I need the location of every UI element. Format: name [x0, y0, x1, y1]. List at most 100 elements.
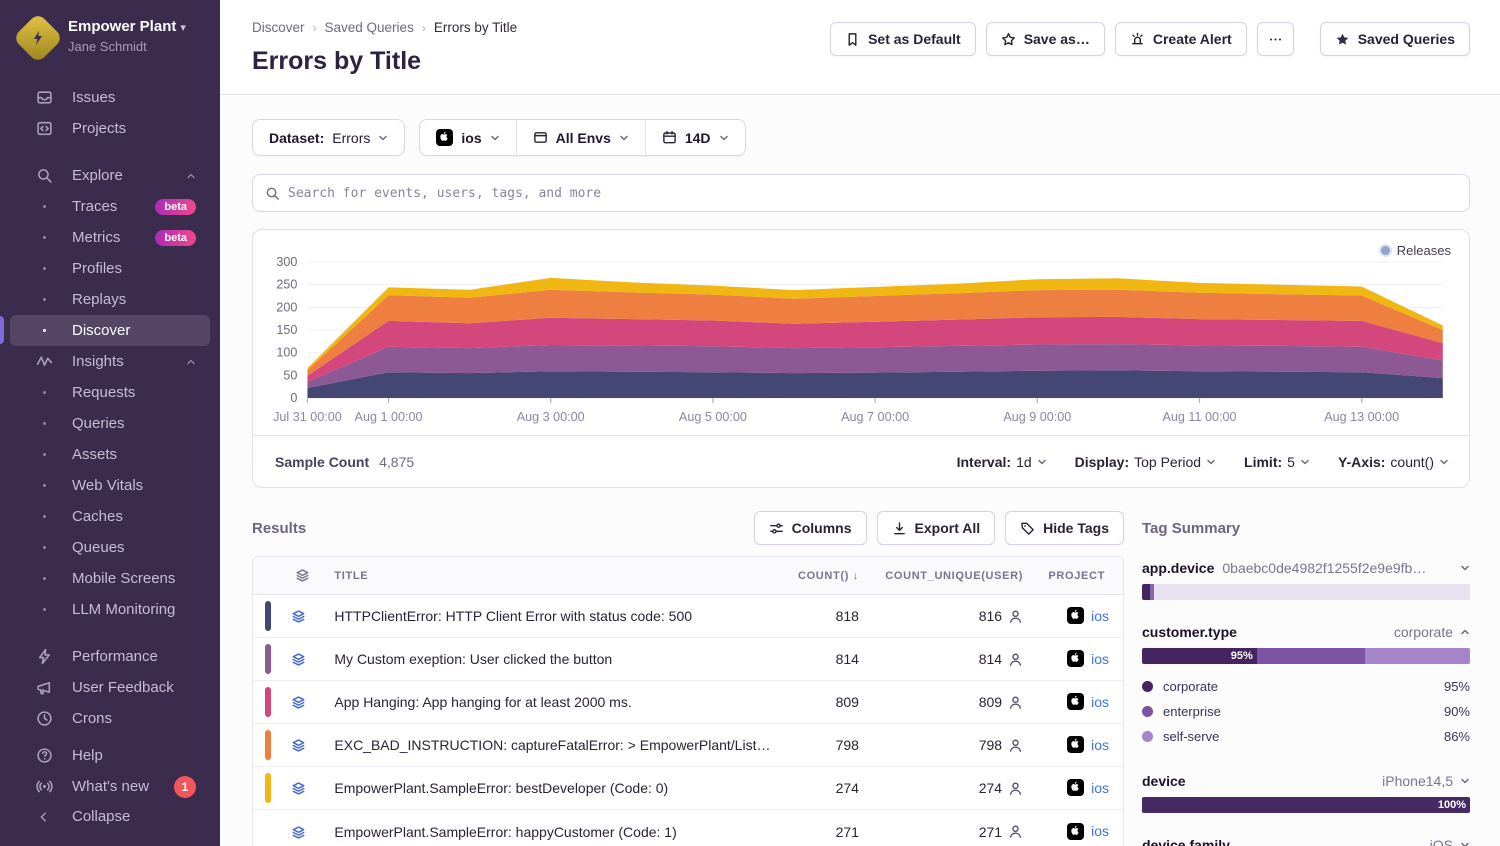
- project-link[interactable]: ios: [1067, 607, 1109, 624]
- row-count-unique: 271: [979, 824, 1002, 840]
- more-options-button[interactable]: [1257, 22, 1294, 56]
- sidebar-item-collapse[interactable]: Collapse: [10, 801, 210, 832]
- save-as-button[interactable]: Save as…: [986, 22, 1105, 56]
- tag-distribution-bar[interactable]: 95%: [1142, 648, 1470, 664]
- layers-icon[interactable]: [291, 609, 306, 624]
- project-link[interactable]: ios: [1067, 779, 1109, 796]
- org-switcher[interactable]: Empower Plant▾ Jane Schmidt: [0, 14, 220, 70]
- selector-value: 1d: [1016, 454, 1032, 470]
- breadcrumb-saved-queries[interactable]: Saved Queries: [325, 20, 414, 35]
- sidebar-item-mobile-screens[interactable]: Mobile Screens: [10, 563, 210, 594]
- button-label: Save as…: [1024, 31, 1090, 47]
- search-input[interactable]: [288, 186, 1457, 201]
- tag-header[interactable]: deviceiPhone14,5: [1142, 773, 1470, 789]
- column-header-count[interactable]: COUNT() ↓: [782, 557, 870, 595]
- sidebar-item-assets[interactable]: Assets: [10, 439, 210, 470]
- sidebar-item-help[interactable]: Help: [10, 740, 210, 771]
- sidebar-item-llm-monitoring[interactable]: LLM Monitoring: [10, 594, 210, 625]
- releases-legend-toggle[interactable]: Releases: [1381, 243, 1451, 258]
- column-header-count-unique[interactable]: COUNT_UNIQUE(USER): [871, 557, 1035, 595]
- tag-header[interactable]: customer.typecorporate: [1142, 624, 1470, 640]
- series-color-bar: [265, 730, 271, 760]
- svg-text:Jul 31 00:00: Jul 31 00:00: [273, 410, 342, 424]
- sidebar-item-label: Insights: [72, 353, 124, 370]
- sidebar-item-explore[interactable]: Explore: [10, 160, 210, 191]
- svg-text:200: 200: [276, 300, 297, 314]
- interval-selector[interactable]: Interval: 1d: [957, 454, 1047, 470]
- svg-text:Aug 5 00:00: Aug 5 00:00: [679, 410, 747, 424]
- project-filter[interactable]: ios: [420, 120, 515, 155]
- search-bar[interactable]: [252, 174, 1470, 212]
- project-link[interactable]: ios: [1067, 693, 1109, 710]
- row-count: 809: [782, 681, 870, 724]
- tag-summary-title: Tag Summary: [1142, 510, 1470, 546]
- project-link[interactable]: ios: [1067, 823, 1109, 840]
- project-link[interactable]: ios: [1067, 650, 1109, 667]
- sidebar-item-queues[interactable]: Queues: [10, 532, 210, 563]
- header-actions: Set as Default Save as… Create Alert Saved …: [830, 22, 1470, 56]
- chevron-down-icon: [1206, 457, 1216, 467]
- sidebar-item-queries[interactable]: Queries: [10, 408, 210, 439]
- color-dot-icon: [1142, 706, 1153, 717]
- layers-icon[interactable]: [291, 738, 306, 753]
- sidebar-item-projects[interactable]: Projects: [10, 113, 210, 144]
- tag-distribution-bar[interactable]: 100%: [1142, 797, 1470, 813]
- saved-queries-button[interactable]: Saved Queries: [1320, 22, 1470, 56]
- layers-icon[interactable]: [291, 825, 306, 840]
- sidebar-item-web-vitals[interactable]: Web Vitals: [10, 470, 210, 501]
- sidebar-item-user-feedback[interactable]: User Feedback: [10, 672, 210, 703]
- sidebar-item-performance[interactable]: Performance: [10, 641, 210, 672]
- sidebar-item-requests[interactable]: Requests: [10, 377, 210, 408]
- project-link[interactable]: ios: [1067, 736, 1109, 753]
- breadcrumb-discover[interactable]: Discover: [252, 20, 305, 35]
- layers-icon[interactable]: [291, 695, 306, 710]
- tag-distribution-bar[interactable]: [1142, 584, 1470, 600]
- export-all-button[interactable]: Export All: [877, 511, 996, 545]
- sidebar-item-profiles[interactable]: Profiles: [10, 253, 210, 284]
- limit-selector[interactable]: Limit: 5: [1244, 454, 1310, 470]
- sidebar-item-metrics[interactable]: Metricsbeta: [10, 222, 210, 253]
- chevron-up-icon: [1460, 627, 1470, 637]
- ellipsis-icon: [1268, 32, 1283, 47]
- columns-button[interactable]: Columns: [754, 511, 867, 545]
- date-range-filter[interactable]: 14D: [645, 120, 745, 155]
- org-name: Empower Plant▾: [68, 18, 186, 37]
- create-alert-button[interactable]: Create Alert: [1115, 22, 1247, 56]
- tag-value-label: self-serve: [1163, 729, 1219, 744]
- row-count-unique: 814: [979, 651, 1002, 667]
- color-dot-icon: [1142, 681, 1153, 692]
- tag-header[interactable]: device.familyiOS: [1142, 837, 1470, 846]
- sidebar-item-replays[interactable]: Replays: [10, 284, 210, 315]
- tag-value-item[interactable]: corporate 95%: [1142, 674, 1470, 699]
- column-header-project[interactable]: PROJECT: [1035, 557, 1123, 595]
- tag-value-item[interactable]: enterprise 90%: [1142, 699, 1470, 724]
- tag-header[interactable]: app.device0baebc0de4982f1255f2e9e9fb7…: [1142, 560, 1470, 576]
- events-area-chart[interactable]: Jul 31 00:00Aug 1 00:00Aug 3 00:00Aug 5 …: [253, 230, 1469, 435]
- row-title[interactable]: EmpowerPlant.SampleError: bestDeveloper …: [322, 767, 782, 810]
- hide-tags-button[interactable]: Hide Tags: [1005, 511, 1124, 545]
- row-title[interactable]: My Custom exeption: User clicked the but…: [322, 638, 782, 681]
- sidebar-item-caches[interactable]: Caches: [10, 501, 210, 532]
- tag-value-label: enterprise: [1163, 704, 1221, 719]
- layers-icon[interactable]: [291, 781, 306, 796]
- sidebar-item-crons[interactable]: Crons: [10, 703, 210, 734]
- row-count: 814: [782, 638, 870, 681]
- tag-value-item[interactable]: self-serve 86%: [1142, 724, 1470, 749]
- person-icon: [1008, 824, 1023, 839]
- sidebar-item-insights[interactable]: Insights: [10, 346, 210, 377]
- row-title[interactable]: App Hanging: App hanging for at least 20…: [322, 681, 782, 724]
- dataset-selector[interactable]: Dataset: Errors: [252, 119, 405, 156]
- environment-filter[interactable]: All Envs: [516, 120, 645, 155]
- row-title[interactable]: EmpowerPlant.SampleError: happyCustomer …: [322, 810, 782, 846]
- display-selector[interactable]: Display: Top Period: [1075, 454, 1216, 470]
- sidebar-item-issues[interactable]: Issues: [10, 82, 210, 113]
- sidebar-item-traces[interactable]: Tracesbeta: [10, 191, 210, 222]
- set-as-default-button[interactable]: Set as Default: [830, 22, 976, 56]
- row-title[interactable]: EXC_BAD_INSTRUCTION: captureFatalError: …: [322, 724, 782, 767]
- row-title[interactable]: HTTPClientError: HTTP Client Error with …: [322, 595, 782, 638]
- column-header-title[interactable]: TITLE: [322, 557, 782, 595]
- layers-icon[interactable]: [291, 652, 306, 667]
- sidebar-item-what-s-new[interactable]: What's new1: [10, 771, 210, 801]
- y-axis-selector[interactable]: Y-Axis: count(): [1338, 454, 1449, 470]
- sidebar-item-discover[interactable]: Discover: [10, 315, 210, 346]
